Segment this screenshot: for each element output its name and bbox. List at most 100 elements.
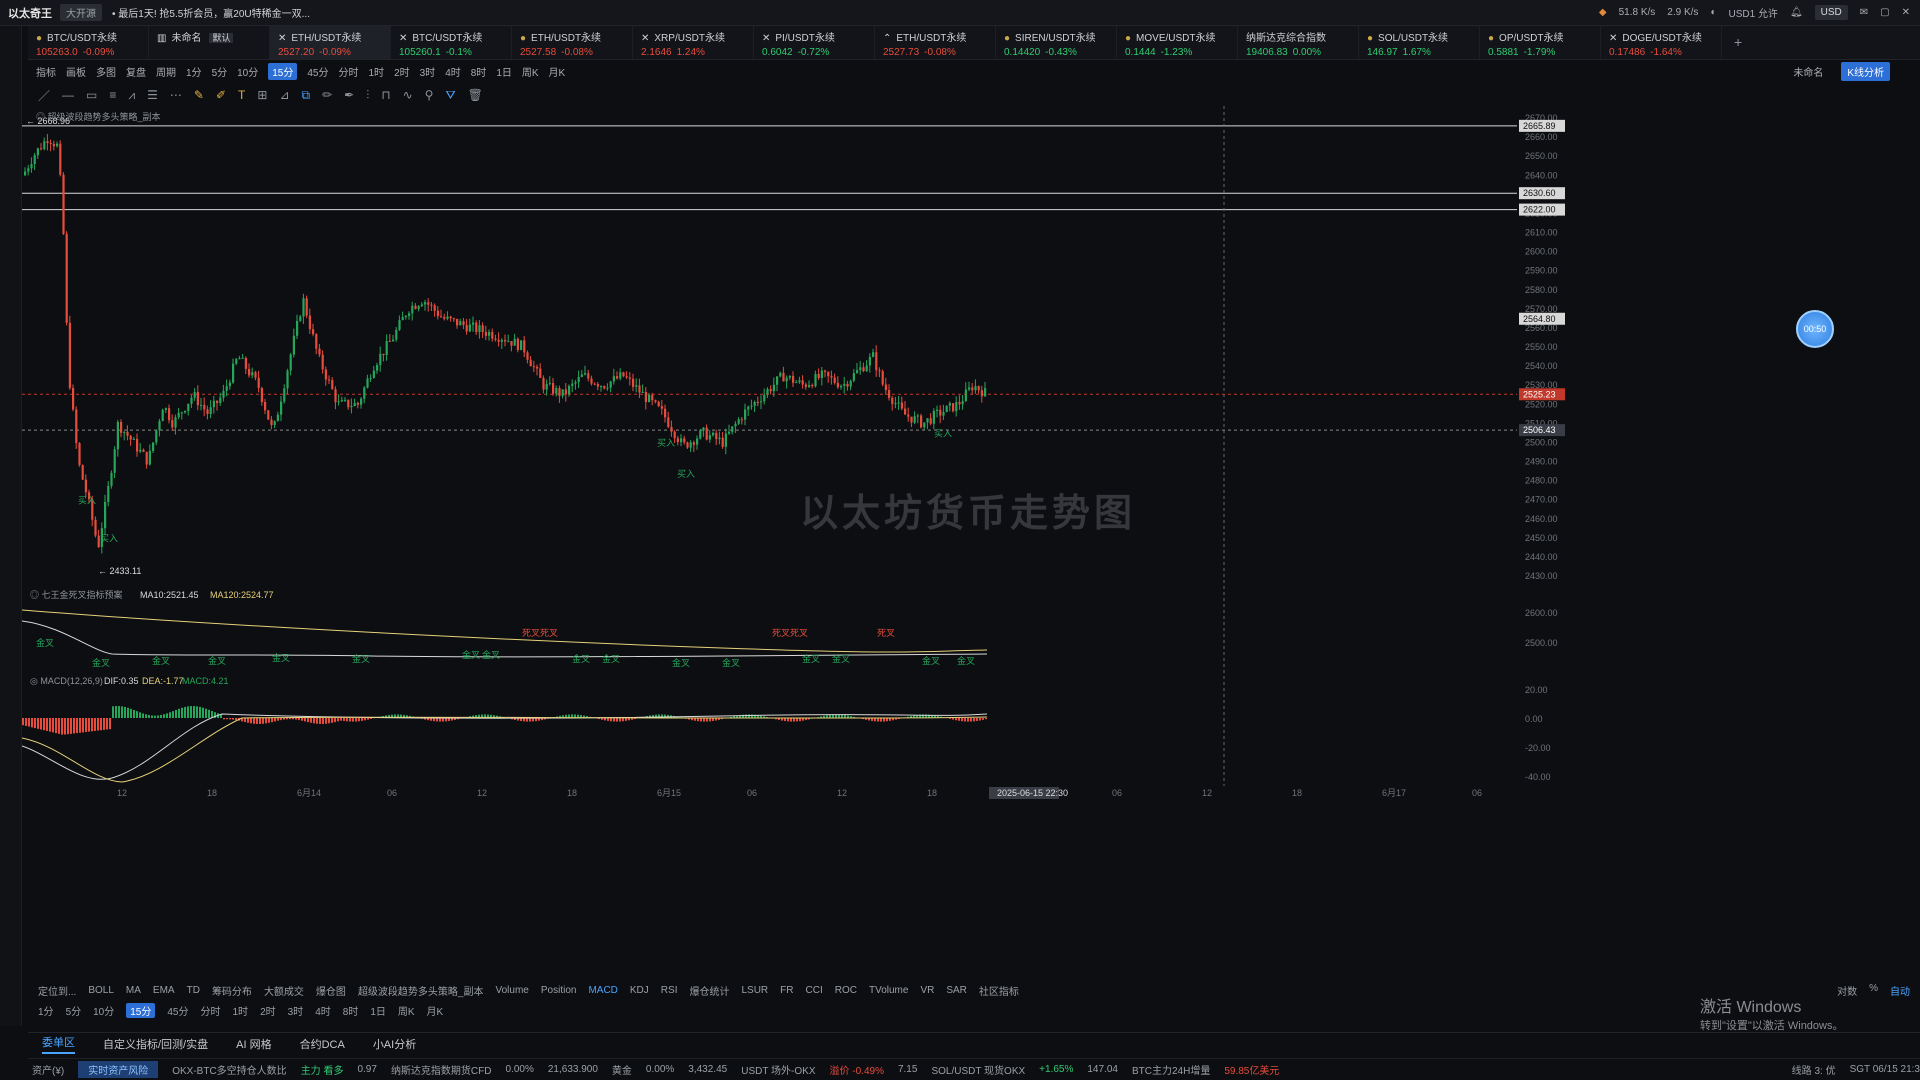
promo-notice[interactable]: • 最后1天! 抢5.5折会员，赢20U特稀金一双... <box>112 5 310 20</box>
macd-title[interactable]: ◎ MACD(12,26,9) <box>30 676 103 686</box>
period-item[interactable]: 2时 <box>260 1003 276 1018</box>
toolbar-item[interactable]: 指标 <box>36 64 56 79</box>
brush-tool-icon[interactable]: ✐ <box>216 88 226 102</box>
floating-timer-button[interactable]: 00:50 <box>1796 310 1834 348</box>
edit-tool-icon[interactable]: ✏ <box>322 88 332 102</box>
filter-tool-icon[interactable]: ⛛ <box>445 88 455 103</box>
text-tool-icon[interactable]: T <box>238 88 245 102</box>
indicator-item[interactable]: 爆仓图 <box>316 983 346 998</box>
symbol-tab[interactable]: ✕ PI/USDT永续 0.6042 -0.72% <box>754 26 875 59</box>
period-item[interactable]: 8时 <box>343 1003 359 1018</box>
symbol-tab[interactable]: ● OP/USDT永续 0.5881 -1.79% <box>1480 26 1601 59</box>
toolbar-item[interactable]: 分时 <box>339 64 359 79</box>
symbol-tab[interactable]: ● ETH/USDT永续 2527.58 -0.08% <box>512 26 633 59</box>
toolbar-item[interactable]: 45分 <box>307 64 328 79</box>
bottom-tab[interactable]: 小AI分析 <box>373 1036 416 1052</box>
close-icon[interactable]: ✕ <box>399 33 407 44</box>
indicator-item[interactable]: 定位到... <box>38 983 76 998</box>
symbol-tab[interactable]: ✕ ETH/USDT永续 2527.20 -0.09% <box>270 26 391 59</box>
toolbar-item[interactable]: 8时 <box>471 64 487 79</box>
ruler-tool-icon[interactable]: ⊿ <box>279 88 289 102</box>
symbol-tab[interactable]: ✕ DOGE/USDT永续 0.17486 -1.64% <box>1601 26 1722 59</box>
toolbar-item[interactable]: 15分 <box>268 62 298 80</box>
period-item[interactable]: 45分 <box>167 1003 188 1018</box>
badge[interactable]: 大开源 <box>60 4 102 21</box>
toolbar-item[interactable]: 4时 <box>445 64 461 79</box>
period-item[interactable]: 1日 <box>370 1003 386 1018</box>
ma-panel-title[interactable]: ◎ 七王金死叉指标预案 <box>30 589 123 600</box>
close-icon[interactable]: ✕ <box>641 33 649 44</box>
channel-tool-icon[interactable]: ≡ <box>109 88 116 102</box>
period-item[interactable]: 5分 <box>66 1003 82 1018</box>
ticker-usdt[interactable]: USDT 场外-OKX <box>741 1062 815 1077</box>
symbol-tab[interactable]: 纳斯达克综合指数 19406.83 0.00% <box>1238 26 1359 59</box>
period-item[interactable]: 1分 <box>38 1003 54 1018</box>
realtime-risk-button[interactable]: 实时资产风险 <box>78 1061 159 1078</box>
toolbar-item[interactable]: 10分 <box>237 64 258 79</box>
indicator-item[interactable]: MA <box>126 985 141 996</box>
ticker-sol[interactable]: SOL/USDT 现货OKX <box>931 1062 1025 1077</box>
toolbar-item[interactable]: 画板 <box>66 64 86 79</box>
close-icon[interactable]: ✕ <box>278 33 286 44</box>
more-tool-icon[interactable]: ⋯ <box>170 88 182 102</box>
copy-tool-icon[interactable]: ⧉ <box>302 88 311 103</box>
period-item[interactable]: 月K <box>427 1003 444 1018</box>
indicator-item[interactable]: 超级波段趋势多头策略_副本 <box>358 983 484 998</box>
line-tool-icon[interactable]: ／ <box>38 87 50 104</box>
indicator-item[interactable]: Volume <box>496 985 529 996</box>
bottom-tab[interactable]: 合约DCA <box>300 1036 345 1052</box>
bell-icon[interactable]: 🔔︎ <box>1790 7 1803 18</box>
toolbar-item[interactable]: 2时 <box>394 64 410 79</box>
symbol-tab[interactable]: ● MOVE/USDT永续 0.1444 -1.23% <box>1117 26 1238 59</box>
period-item[interactable]: 4时 <box>315 1003 331 1018</box>
account-label[interactable]: USD1 允许 <box>1728 5 1777 20</box>
toolbar-item[interactable]: 1时 <box>369 64 385 79</box>
symbol-tab[interactable]: ✕ XRP/USDT永续 2.1646 1.24% <box>633 26 754 59</box>
symbol-tab[interactable]: ✕ BTC/USDT永续 105260.1 -0.1% <box>391 26 512 59</box>
asset-label[interactable]: 资产(¥) <box>32 1062 64 1077</box>
strategy-label[interactable]: ◎ 超级波段趋势多头策略_副本 <box>36 111 161 122</box>
indicator-item[interactable]: LSUR <box>741 985 768 996</box>
wave-tool-icon[interactable]: ∿ <box>403 88 413 102</box>
ticker-okx-ratio[interactable]: OKX-BTC多空持仓人数比 <box>172 1062 286 1077</box>
bottom-tab[interactable]: AI 网格 <box>236 1036 271 1052</box>
indicator-item[interactable]: EMA <box>153 985 175 996</box>
close-icon[interactable]: ✕ <box>1609 33 1617 44</box>
chart-tool-icon[interactable]: ⫶ <box>366 88 369 103</box>
symbol-tab[interactable]: ● SOL/USDT永续 146.97 1.67% <box>1359 26 1480 59</box>
toolbar-item[interactable]: 5分 <box>212 64 228 79</box>
currency-select[interactable]: USD <box>1814 5 1848 20</box>
toolbar-item[interactable]: 周期 <box>156 64 176 79</box>
layout-name[interactable]: 未命名 <box>1793 64 1823 79</box>
symbol-tab[interactable]: ⌃ ETH/USDT永续 2527.73 -0.08% <box>875 26 996 59</box>
indicator-item[interactable]: TD <box>187 985 200 996</box>
period-item[interactable]: 1时 <box>233 1003 249 1018</box>
period-item[interactable]: 3时 <box>288 1003 304 1018</box>
period-item[interactable]: 15分 <box>126 1002 156 1018</box>
close-icon[interactable]: ✕ <box>762 33 770 44</box>
indicator-item[interactable]: Position <box>541 985 577 996</box>
symbol-tab[interactable]: ● SIREN/USDT永续 0.14420 -0.43% <box>996 26 1117 59</box>
fib-tool-icon[interactable]: ⩘ <box>128 88 135 103</box>
indicator-item[interactable]: 爆仓统计 <box>689 983 729 998</box>
window-close-icon[interactable]: ✕ <box>1902 7 1910 18</box>
rect-tool-icon[interactable]: ▭ <box>86 88 97 102</box>
add-tab-icon[interactable]: + <box>1722 26 1754 59</box>
measure-tool-icon[interactable]: ⊞ <box>257 88 267 102</box>
bracket-tool-icon[interactable]: ⊓ <box>381 88 390 102</box>
list-tool-icon[interactable]: ☰ <box>147 88 158 102</box>
indicator-item[interactable]: RSI <box>661 985 678 996</box>
kline-analysis-button[interactable]: K线分析 <box>1841 61 1890 81</box>
scale-option[interactable]: % <box>1869 983 1878 998</box>
indicator-item[interactable]: SAR <box>946 985 967 996</box>
moon-icon[interactable]: ◐ <box>1710 7 1716 18</box>
ticker-gold[interactable]: 黄金 <box>612 1062 632 1077</box>
indicator-item[interactable]: ROC <box>835 985 857 996</box>
ticker-btc-main[interactable]: BTC主力24H增量 <box>1132 1062 1210 1077</box>
indicator-item[interactable]: BOLL <box>88 985 114 996</box>
ticker-nasdaq[interactable]: 纳斯达克指数期货CFD <box>391 1062 492 1077</box>
toolbar-item[interactable]: 1日 <box>496 64 512 79</box>
indicator-item[interactable]: VR <box>920 985 934 996</box>
mail-icon[interactable]: ✉ <box>1860 7 1868 18</box>
pen-tool-icon[interactable]: ✎ <box>194 88 204 102</box>
